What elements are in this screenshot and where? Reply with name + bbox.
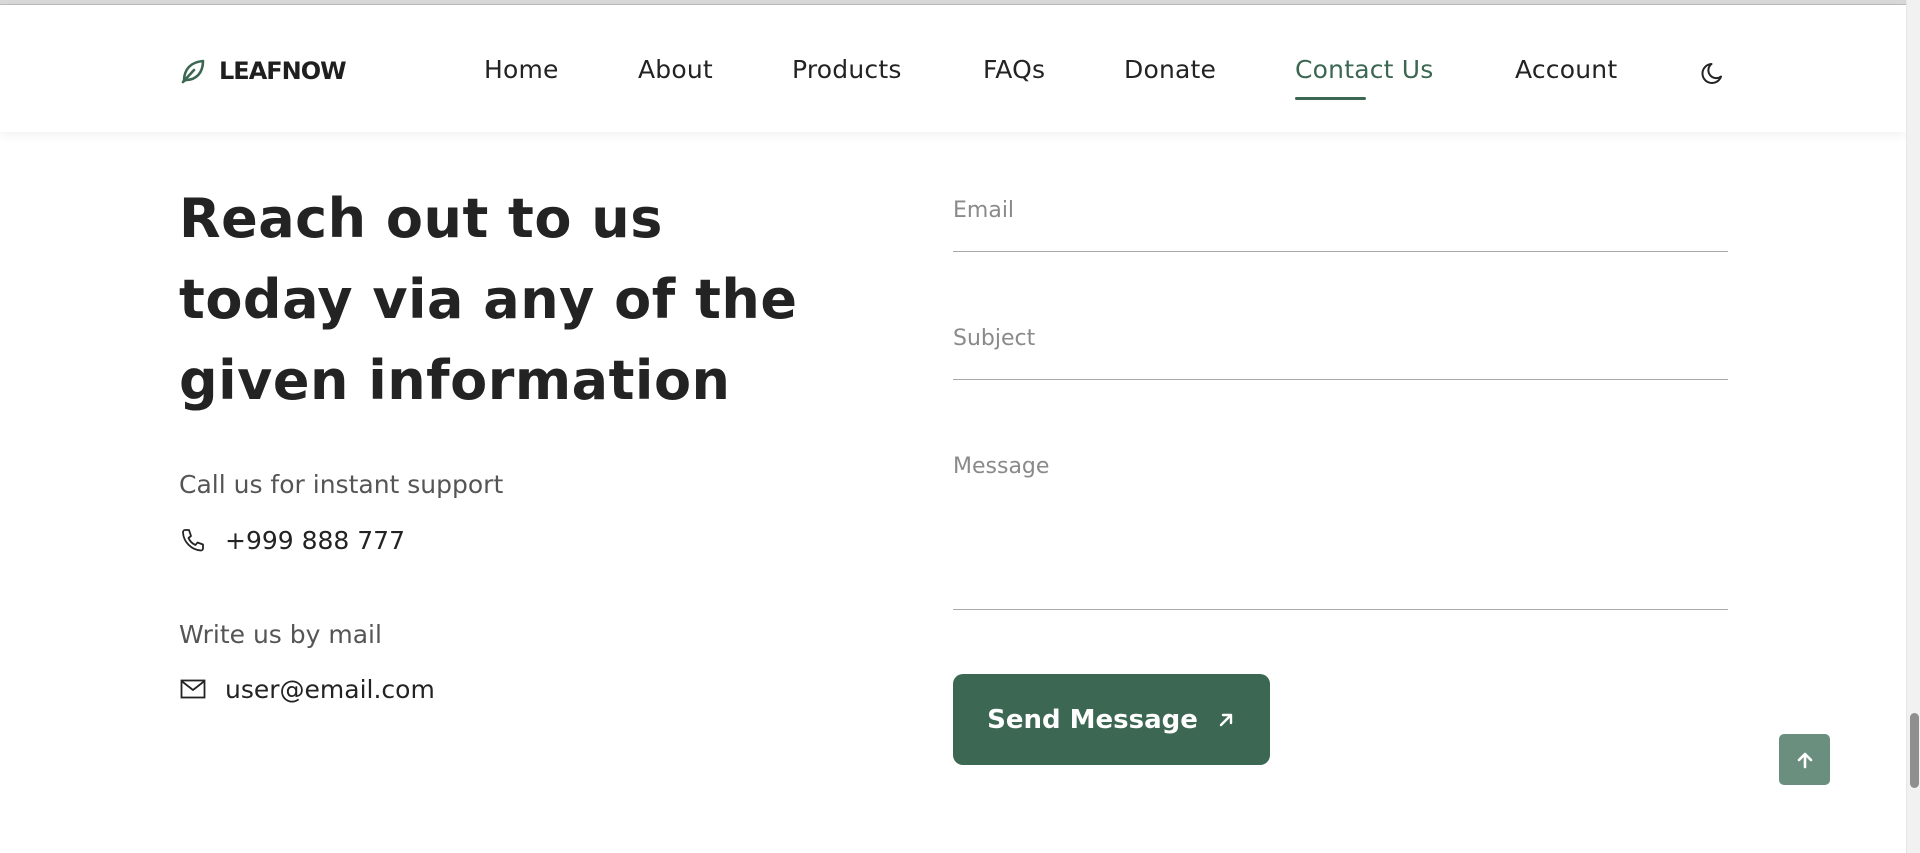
subject-field[interactable]: Subject [953, 320, 1728, 380]
email-row[interactable]: user@email.com [179, 673, 435, 705]
nav-products[interactable]: Products [792, 55, 902, 84]
arrow-up-icon [1797, 752, 1812, 768]
scrollbar-thumb[interactable] [1910, 713, 1919, 788]
phone-number: +999 888 777 [225, 525, 405, 555]
phone-row[interactable]: +999 888 777 [179, 524, 405, 556]
nav-faqs[interactable]: FAQs [983, 55, 1045, 84]
logo-text: LEAFNOW [219, 57, 347, 85]
subject-placeholder: Subject [953, 326, 1036, 351]
nav-about[interactable]: About [638, 55, 713, 84]
nav-account[interactable]: Account [1515, 55, 1617, 84]
arrow-up-right-icon [1219, 713, 1233, 726]
page-headline: Reach out to us today via any of the giv… [179, 187, 798, 412]
mail-label: Write us by mail [179, 620, 382, 649]
email-placeholder: Email [953, 198, 1015, 223]
site-header: LEAFNOW Home About Products FAQs Donate … [0, 5, 1906, 132]
leaf-icon [181, 59, 205, 84]
email-address: user@email.com [225, 674, 435, 704]
message-field[interactable]: Message [953, 448, 1728, 610]
nav-contact-us-label: Contact Us [1295, 55, 1434, 84]
logo[interactable]: LEAFNOW [179, 55, 347, 87]
page-scrollbar[interactable] [1906, 0, 1920, 853]
message-placeholder: Message [953, 454, 1050, 479]
scroll-to-top-button[interactable] [1779, 734, 1830, 785]
phone-icon [182, 529, 204, 552]
mail-icon [180, 679, 206, 699]
active-nav-underline [1295, 97, 1366, 100]
send-message-button[interactable]: Send Message [953, 674, 1270, 765]
send-message-label: Send Message [987, 704, 1198, 735]
email-field[interactable]: Email [953, 190, 1728, 252]
nav-contact-us[interactable]: Contact Us [1295, 55, 1434, 100]
nav-donate[interactable]: Donate [1124, 55, 1216, 84]
call-support-label: Call us for instant support [179, 470, 504, 499]
moon-icon[interactable] [1699, 59, 1727, 87]
nav-home[interactable]: Home [484, 55, 559, 84]
